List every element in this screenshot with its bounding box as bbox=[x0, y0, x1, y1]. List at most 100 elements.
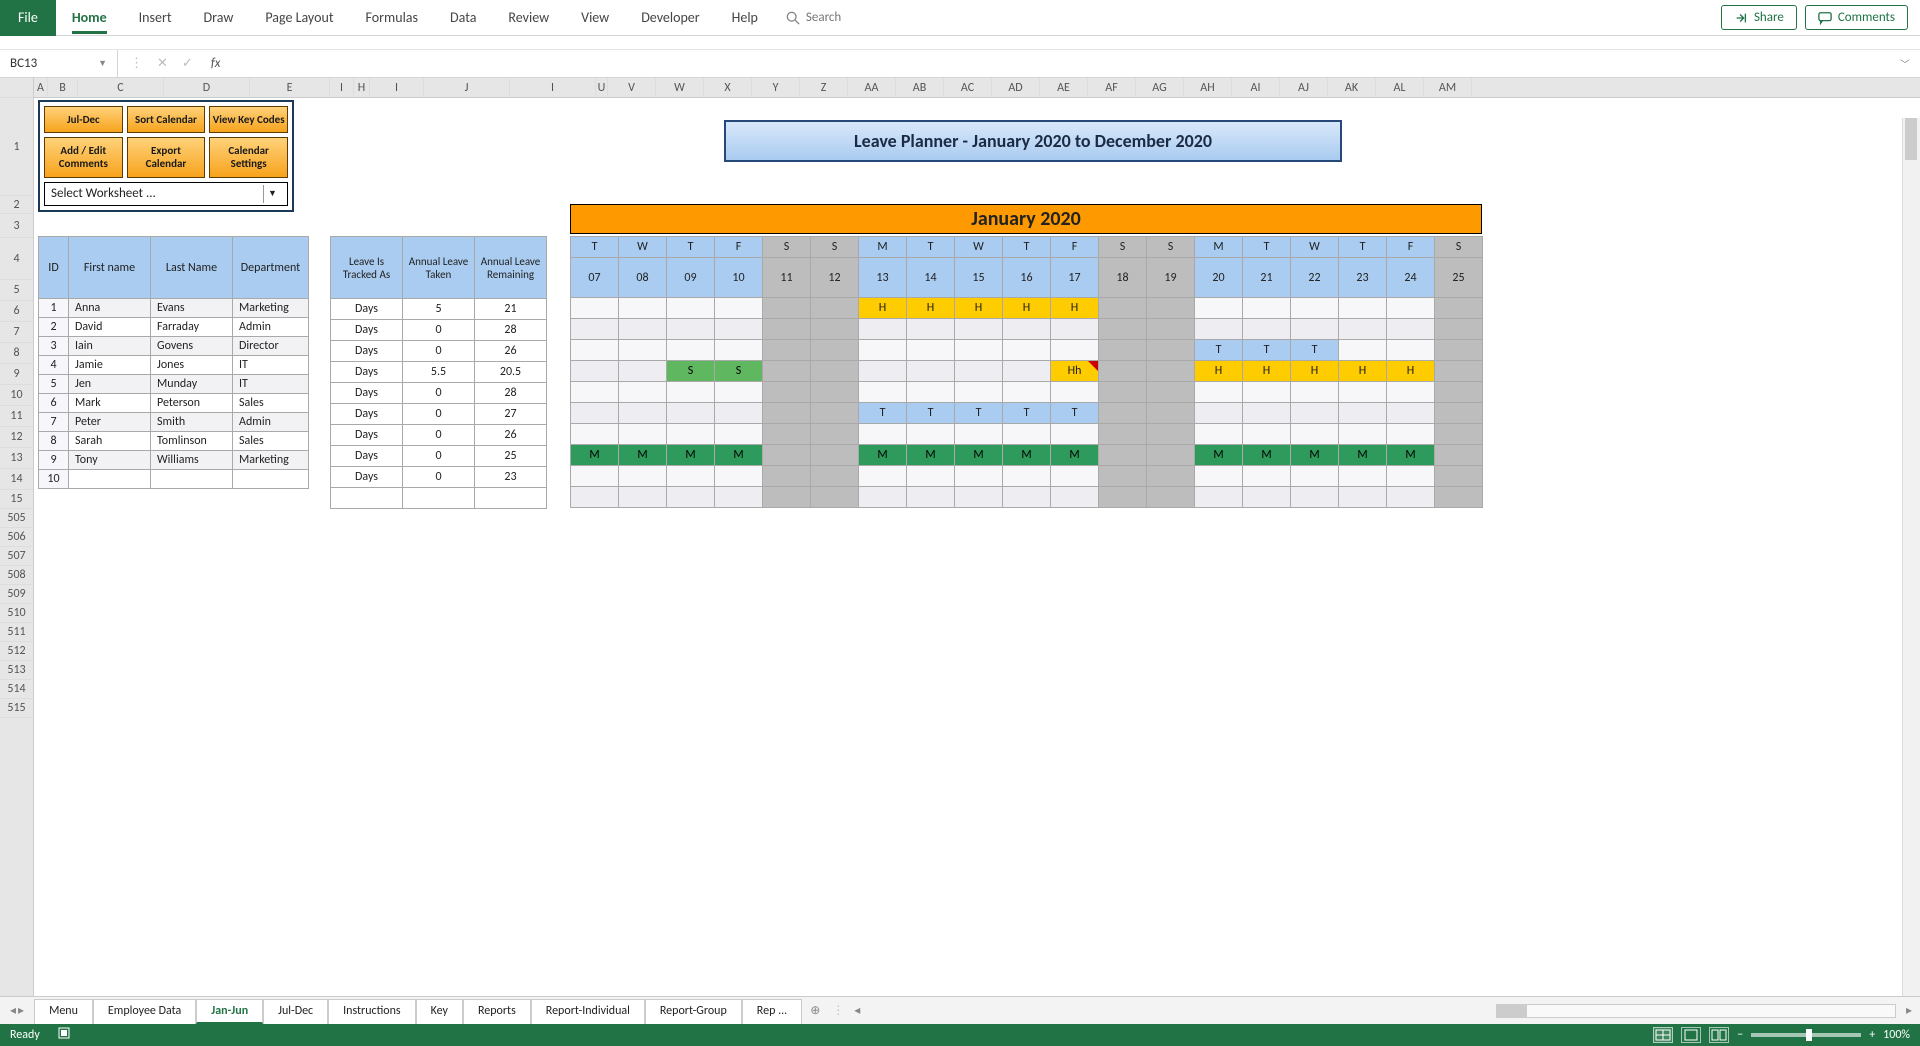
calendar-cell[interactable] bbox=[1387, 340, 1435, 361]
calendar-cell[interactable]: M bbox=[1243, 445, 1291, 466]
calendar-cell[interactable] bbox=[1195, 487, 1243, 508]
col-header[interactable]: A bbox=[34, 78, 48, 97]
ribbon-tab-draw[interactable]: Draw bbox=[188, 0, 250, 36]
calendar-cell[interactable]: M bbox=[1003, 445, 1051, 466]
ribbon-tab-home[interactable]: Home bbox=[56, 0, 123, 36]
col-header[interactable]: X bbox=[704, 78, 752, 97]
calendar-cell[interactable] bbox=[1195, 319, 1243, 340]
calendar-cell[interactable] bbox=[715, 487, 763, 508]
calendar-cell[interactable] bbox=[955, 487, 1003, 508]
table-row[interactable]: 7PeterSmithAdmin bbox=[39, 413, 309, 432]
calendar-cell[interactable] bbox=[571, 382, 619, 403]
calendar-cell[interactable] bbox=[763, 487, 811, 508]
col-header[interactable]: U bbox=[596, 78, 608, 97]
table-row[interactable] bbox=[331, 488, 547, 509]
calendar-cell[interactable] bbox=[811, 487, 859, 508]
table-row[interactable]: Days026 bbox=[331, 425, 547, 446]
calendar-cell[interactable] bbox=[1243, 424, 1291, 445]
calendar-cell[interactable]: M bbox=[619, 445, 667, 466]
sheet-tab-report-group[interactable]: Report-Group bbox=[645, 999, 742, 1024]
calendar-cell[interactable] bbox=[667, 319, 715, 340]
table-row[interactable]: Days025 bbox=[331, 446, 547, 467]
calendar-cell[interactable] bbox=[571, 403, 619, 424]
table-row[interactable]: 1AnnaEvansMarketing bbox=[39, 299, 309, 318]
calendar-cell[interactable]: H bbox=[1387, 361, 1435, 382]
calendar-cell[interactable] bbox=[811, 340, 859, 361]
view-page-layout-icon[interactable] bbox=[1681, 1027, 1701, 1043]
calendar-cell[interactable] bbox=[619, 382, 667, 403]
calendar-cell[interactable] bbox=[1099, 340, 1147, 361]
calendar-cell[interactable] bbox=[1387, 424, 1435, 445]
macro-button-calendar-settings[interactable]: Calendar Settings bbox=[209, 137, 288, 177]
col-header[interactable]: Y bbox=[752, 78, 800, 97]
sheet-tab-jan-jun[interactable]: Jan-Jun bbox=[196, 999, 263, 1024]
calendar-cell[interactable] bbox=[1147, 487, 1195, 508]
calendar-cell[interactable] bbox=[1147, 424, 1195, 445]
table-row[interactable]: Days521 bbox=[331, 299, 547, 320]
calendar-cell[interactable] bbox=[571, 298, 619, 319]
calendar-cell[interactable] bbox=[1099, 403, 1147, 424]
calendar-cell[interactable] bbox=[619, 298, 667, 319]
calendar-cell[interactable] bbox=[715, 382, 763, 403]
col-header[interactable]: H bbox=[354, 78, 370, 97]
ribbon-tab-page-layout[interactable]: Page Layout bbox=[249, 0, 349, 36]
macro-button-add-edit-comments[interactable]: Add / Edit Comments bbox=[44, 137, 123, 177]
calendar-cell[interactable] bbox=[907, 466, 955, 487]
row-header[interactable]: 10 bbox=[0, 385, 33, 406]
calendar-cell[interactable]: H bbox=[1243, 361, 1291, 382]
calendar-cell[interactable]: M bbox=[667, 445, 715, 466]
calendar-cell[interactable] bbox=[1339, 403, 1387, 424]
col-header[interactable]: I bbox=[370, 78, 424, 97]
calendar-cell[interactable] bbox=[1147, 466, 1195, 487]
calendar-cell[interactable] bbox=[1099, 298, 1147, 319]
row-header[interactable]: 12 bbox=[0, 427, 33, 448]
cancel-icon[interactable]: ✕ bbox=[157, 56, 168, 71]
calendar-cell[interactable]: M bbox=[715, 445, 763, 466]
calendar-cell[interactable] bbox=[1339, 487, 1387, 508]
row-header[interactable]: 511 bbox=[0, 623, 33, 642]
calendar-cell[interactable] bbox=[859, 340, 907, 361]
row-header[interactable]: 4 bbox=[0, 238, 33, 280]
calendar-cell[interactable] bbox=[1003, 340, 1051, 361]
calendar-cell[interactable] bbox=[619, 466, 667, 487]
row-header[interactable]: 5 bbox=[0, 280, 33, 301]
col-header[interactable]: I bbox=[510, 78, 596, 97]
calendar-cell[interactable] bbox=[1147, 361, 1195, 382]
col-header[interactable]: AH bbox=[1184, 78, 1232, 97]
col-header[interactable]: AA bbox=[848, 78, 896, 97]
row-header[interactable]: 6 bbox=[0, 301, 33, 322]
calendar-cell[interactable] bbox=[1435, 487, 1483, 508]
calendar-cell[interactable] bbox=[667, 382, 715, 403]
calendar-cell[interactable] bbox=[1099, 382, 1147, 403]
ribbon-tab-review[interactable]: Review bbox=[492, 0, 565, 36]
calendar-cell[interactable] bbox=[1339, 298, 1387, 319]
row-header[interactable]: 510 bbox=[0, 604, 33, 623]
calendar-cell[interactable] bbox=[667, 340, 715, 361]
calendar-cell[interactable]: M bbox=[1387, 445, 1435, 466]
new-sheet-icon[interactable]: ⊕ bbox=[802, 1003, 828, 1018]
calendar-cell[interactable] bbox=[1051, 466, 1099, 487]
calendar-cell[interactable] bbox=[1243, 319, 1291, 340]
calendar-cell[interactable] bbox=[1387, 466, 1435, 487]
row-header[interactable]: 508 bbox=[0, 566, 33, 585]
row-header[interactable]: 15 bbox=[0, 490, 33, 509]
calendar-cell[interactable] bbox=[619, 424, 667, 445]
calendar-cell[interactable] bbox=[571, 466, 619, 487]
calendar-cell[interactable] bbox=[859, 487, 907, 508]
calendar-cell[interactable] bbox=[811, 298, 859, 319]
calendar-cell[interactable] bbox=[763, 403, 811, 424]
calendar-cell[interactable] bbox=[1003, 466, 1051, 487]
calendar-cell[interactable] bbox=[1147, 445, 1195, 466]
col-header[interactable]: J bbox=[424, 78, 510, 97]
calendar-cell[interactable] bbox=[1435, 298, 1483, 319]
calendar-cell[interactable] bbox=[811, 466, 859, 487]
macro-button-jul-dec[interactable]: Jul-Dec bbox=[44, 106, 123, 133]
calendar-cell[interactable] bbox=[1435, 466, 1483, 487]
col-header[interactable]: AE bbox=[1040, 78, 1088, 97]
calendar-cell[interactable] bbox=[1387, 382, 1435, 403]
calendar-cell[interactable] bbox=[811, 382, 859, 403]
ribbon-tab-developer[interactable]: Developer bbox=[625, 0, 715, 36]
calendar-cell[interactable] bbox=[715, 466, 763, 487]
column-headers[interactable]: ABCDEIHIJIUVWXYZAAABACADAEAFAGAHAIAJAKAL… bbox=[34, 78, 1920, 98]
calendar-cell[interactable] bbox=[1339, 466, 1387, 487]
